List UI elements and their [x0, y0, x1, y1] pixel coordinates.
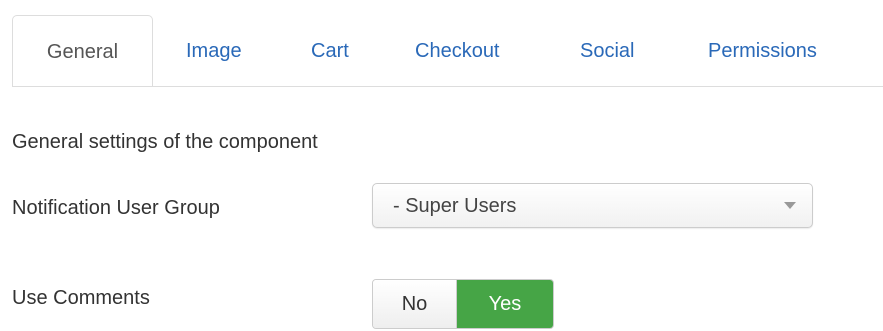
use-comments-toggle: No Yes: [372, 279, 554, 329]
caret-down-icon: [784, 202, 796, 209]
yes-button[interactable]: Yes: [457, 280, 553, 328]
tab-permissions[interactable]: Permissions: [708, 15, 817, 87]
tab-bar: General Image Cart Checkout Social Permi…: [0, 0, 883, 88]
tab-checkout[interactable]: Checkout: [415, 15, 500, 87]
tab-cart[interactable]: Cart: [311, 15, 349, 87]
tab-general[interactable]: General: [12, 15, 153, 87]
use-comments-label: Use Comments: [12, 287, 150, 309]
no-button[interactable]: No: [373, 280, 457, 328]
notification-user-group-label: Notification User Group: [12, 197, 220, 219]
tab-divider: [12, 86, 883, 87]
notification-user-group-select[interactable]: - Super Users: [372, 183, 813, 228]
section-description: General settings of the component: [12, 131, 318, 153]
tab-social[interactable]: Social: [580, 15, 634, 87]
tab-image[interactable]: Image: [186, 15, 242, 87]
select-value: - Super Users: [393, 195, 517, 217]
